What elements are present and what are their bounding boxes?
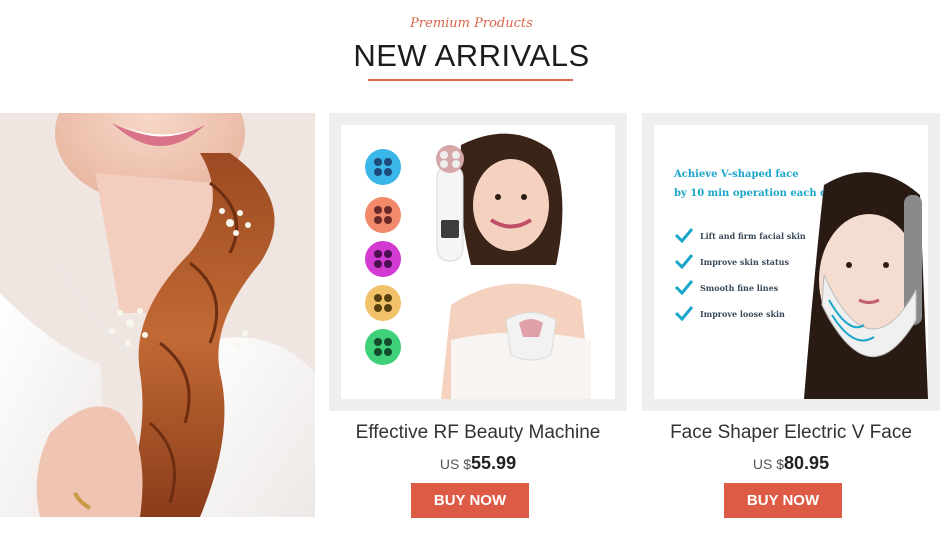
section-tagline: Premium Products — [410, 16, 533, 31]
product-price: US $80.95 — [642, 453, 940, 474]
product-image-frame[interactable]: Achieve V-shaped face by 10 min operatio… — [642, 113, 940, 411]
product-image-frame[interactable] — [329, 113, 627, 411]
buy-now-button[interactable]: BUY NOW — [724, 483, 842, 518]
v-face-headline-1: Achieve V-shaped face — [673, 169, 799, 180]
product-image-rf-machine — [341, 125, 615, 399]
buy-now-button[interactable]: BUY NOW — [411, 483, 529, 518]
section-title: NEW ARRIVALS — [353, 38, 590, 73]
product-name[interactable]: Face Shaper Electric V Face — [642, 422, 940, 444]
feature-item: Lift and firm facial skin — [700, 231, 806, 241]
product-card-v-face: Achieve V-shaped face by 10 min operatio… — [642, 113, 940, 533]
v-face-illustration: Achieve V-shaped face by 10 min operatio… — [654, 125, 928, 399]
feature-item: Improve loose skin — [700, 309, 785, 319]
product-price: US $55.99 — [329, 453, 627, 474]
price-amount: 55.99 — [471, 453, 517, 473]
product-image-v-face: Achieve V-shaped face by 10 min operatio… — [654, 125, 928, 399]
section-header: Premium Products NEW ARRIVALS — [0, 0, 943, 100]
bride-hair-illustration — [0, 113, 315, 517]
product-name[interactable]: Effective RF Beauty Machine — [329, 422, 627, 444]
title-underline — [368, 79, 573, 81]
rf-machine-illustration — [341, 125, 615, 399]
price-currency: US $ — [439, 456, 472, 472]
price-currency: US $ — [752, 456, 785, 472]
price-amount: 80.95 — [784, 453, 830, 473]
feature-item: Smooth fine lines — [700, 283, 779, 293]
feature-item: Improve skin status — [700, 257, 789, 267]
hero-photo[interactable] — [0, 113, 315, 517]
product-card-rf-machine: Effective RF Beauty Machine US $55.99 BU… — [329, 113, 627, 533]
v-face-headline-2: by 10 min operation each day — [674, 188, 841, 199]
